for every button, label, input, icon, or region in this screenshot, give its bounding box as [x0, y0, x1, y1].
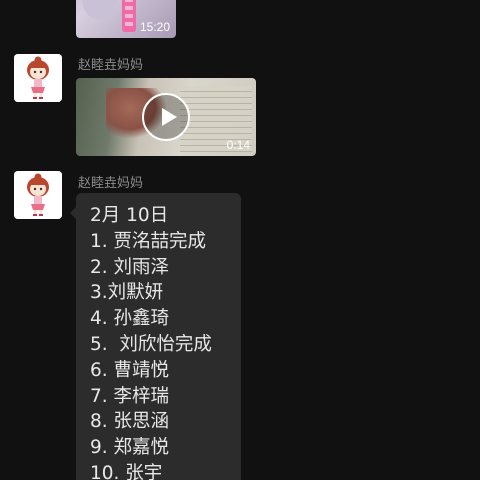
video-message-thumbnail[interactable]: 0:14 — [76, 78, 256, 156]
cartoon-girl-avatar-icon — [14, 171, 62, 219]
sender-name: 赵睦垚妈妈 — [78, 58, 144, 73]
avatar[interactable] — [14, 171, 62, 219]
message-line: 2. 刘雨泽 — [90, 256, 170, 278]
message-line: 5. 刘欣怡完成 — [90, 333, 212, 355]
message-line: 10. 张宇 — [90, 462, 163, 480]
text-message-bubble[interactable]: 2月 10日 1. 贾洺喆完成 2. 刘雨泽 3.刘默妍 4. 孙鑫琦 5. 刘… — [70, 193, 241, 480]
video-message-thumbnail[interactable]: 15:20 — [76, 0, 176, 38]
message-line: 6. 曹靖悦 — [90, 359, 170, 381]
message-line: 2月 10日 — [90, 205, 169, 226]
avatar[interactable] — [14, 54, 62, 102]
message-line: 1. 贾洺喆完成 — [90, 230, 207, 252]
message-line: 7. 李梓瑞 — [90, 385, 170, 407]
message-line: 4. 孙鑫琦 — [90, 308, 170, 330]
video-duration: 15:20 — [139, 20, 170, 34]
video-duration: 0:14 — [226, 138, 250, 152]
cartoon-girl-avatar-icon — [14, 54, 62, 102]
sender-name: 赵睦垚妈妈 — [78, 176, 144, 191]
chat-screen: 15:20 赵睦垚妈妈 0:14 赵睦垚妈妈 2月 10日 1. 贾洺喆完成 2… — [0, 0, 480, 480]
video-thumbnail-content — [82, 0, 118, 20]
message-line: 8. 张思涵 — [90, 411, 170, 433]
play-icon[interactable] — [142, 93, 190, 141]
message-line: 3.刘默妍 — [90, 282, 164, 304]
message-line: 9. 郑嘉悦 — [90, 437, 170, 459]
video-thumbnail-content — [122, 0, 136, 32]
